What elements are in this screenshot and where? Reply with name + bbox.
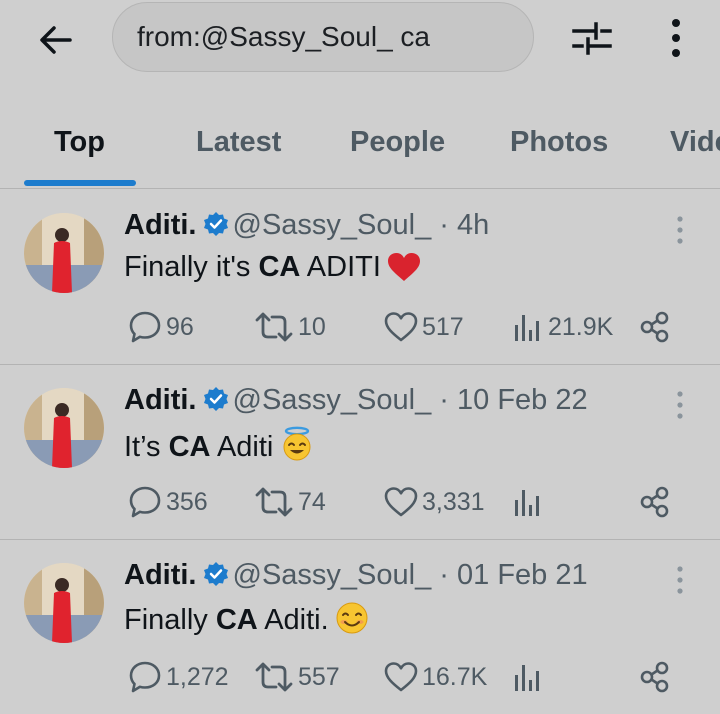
- search-filter-icon[interactable]: [570, 18, 614, 58]
- tweet-text-part: ADITI: [300, 251, 381, 283]
- tweet-text: Finally it's CA ADITI: [124, 251, 421, 290]
- view-count: 21.9K: [548, 312, 614, 341]
- author-handle[interactable]: @Sassy_Soul_: [233, 384, 432, 416]
- author-handle[interactable]: @Sassy_Soul_: [233, 559, 432, 591]
- tweet-text-bold: CA: [258, 251, 301, 283]
- separator-dot: ·: [439, 209, 449, 241]
- separator-dot: ·: [439, 559, 449, 591]
- tweet[interactable]: Aditi. @Sassy_Soul_ · 10 Feb 22 It’s CA A…: [0, 364, 720, 540]
- avatar[interactable]: [24, 563, 104, 643]
- tab-top[interactable]: Top: [54, 126, 105, 159]
- tweet-timestamp[interactable]: 10 Feb 22: [457, 384, 588, 416]
- reply-button[interactable]: 96: [128, 309, 194, 345]
- author-name[interactable]: Aditi.: [124, 209, 197, 241]
- like-count: 3,331: [422, 487, 485, 516]
- like-button[interactable]: 517: [384, 309, 464, 345]
- avatar[interactable]: [24, 213, 104, 293]
- separator-dot: ·: [439, 384, 449, 416]
- verified-badge-icon: [203, 561, 229, 595]
- share-button[interactable]: [638, 309, 676, 345]
- author-handle[interactable]: @Sassy_Soul_: [233, 209, 432, 241]
- tab-videos[interactable]: Videos: [670, 126, 720, 159]
- retweet-count: 557: [298, 662, 340, 691]
- views-button[interactable]: [512, 484, 548, 520]
- red-heart-icon: [387, 252, 421, 290]
- like-count: 16.7K: [422, 662, 488, 691]
- tweet-text-bold: CA: [168, 431, 211, 463]
- like-button[interactable]: 3,331: [384, 484, 485, 520]
- tweet-timestamp[interactable]: 01 Feb 21: [457, 559, 588, 591]
- retweet-button[interactable]: 74: [254, 484, 326, 520]
- reply-count: 96: [166, 312, 194, 341]
- tab-bar: Top Latest People Photos Videos: [0, 100, 720, 189]
- like-button[interactable]: 16.7K: [384, 659, 487, 695]
- halo-smile-icon: [279, 426, 315, 470]
- verified-badge-icon: [203, 211, 229, 245]
- retweet-button[interactable]: 10: [254, 309, 326, 345]
- reply-button[interactable]: 356: [128, 484, 208, 520]
- tweet-text-bold: CA: [215, 604, 258, 636]
- author-name[interactable]: Aditi.: [124, 384, 197, 416]
- tweet[interactable]: Aditi. @Sassy_Soul_ · 01 Feb 21 Finally C…: [0, 539, 720, 714]
- search-input[interactable]: from:@Sassy_Soul_ ca: [112, 2, 534, 72]
- tweet-more-icon[interactable]: [674, 215, 686, 245]
- tweet-text: Finally CA Aditi.: [124, 601, 369, 643]
- tab-people[interactable]: People: [350, 126, 445, 159]
- tweet-header: Aditi. @Sassy_Soul_ · 4h: [124, 209, 489, 245]
- views-button[interactable]: 21.9K: [512, 309, 613, 345]
- like-count: 517: [422, 312, 464, 341]
- retweet-count: 10: [298, 312, 326, 341]
- tweet[interactable]: Aditi. @Sassy_Soul_ · 4h Finally it's CA …: [0, 189, 720, 365]
- reply-count: 356: [166, 487, 208, 516]
- tweet-header: Aditi. @Sassy_Soul_ · 10 Feb 22: [124, 384, 588, 420]
- tweet-text-part: It’s: [124, 431, 169, 463]
- tweet-text: It’s CA Aditi: [124, 426, 315, 470]
- verified-badge-icon: [203, 386, 229, 420]
- top-bar: from:@Sassy_Soul_ ca: [0, 0, 720, 80]
- tweet-timestamp[interactable]: 4h: [457, 209, 489, 241]
- tweet-header: Aditi. @Sassy_Soul_ · 01 Feb 21: [124, 559, 588, 595]
- tweet-more-icon[interactable]: [674, 565, 686, 595]
- retweet-count: 74: [298, 487, 326, 516]
- back-arrow-icon[interactable]: [36, 20, 76, 60]
- share-button[interactable]: [638, 484, 676, 520]
- tab-photos[interactable]: Photos: [510, 126, 608, 159]
- tweet-text-part: Aditi.: [257, 604, 329, 636]
- tweet-text-part: Finally: [124, 604, 216, 636]
- reply-count: 1,272: [166, 662, 229, 691]
- avatar[interactable]: [24, 388, 104, 468]
- tweet-text-part: Finally it's: [124, 251, 259, 283]
- smiling-face-icon: [335, 601, 369, 643]
- tweet-text-part: Aditi: [210, 431, 274, 463]
- active-tab-indicator: [24, 180, 136, 186]
- more-options-icon[interactable]: [664, 16, 688, 60]
- share-button[interactable]: [638, 659, 676, 695]
- author-name[interactable]: Aditi.: [124, 559, 197, 591]
- tweet-more-icon[interactable]: [674, 390, 686, 420]
- search-query: from:@Sassy_Soul_ ca: [137, 21, 430, 52]
- views-button[interactable]: [512, 659, 548, 695]
- tab-latest[interactable]: Latest: [196, 126, 281, 159]
- retweet-button[interactable]: 557: [254, 659, 340, 695]
- reply-button[interactable]: 1,272: [128, 659, 229, 695]
